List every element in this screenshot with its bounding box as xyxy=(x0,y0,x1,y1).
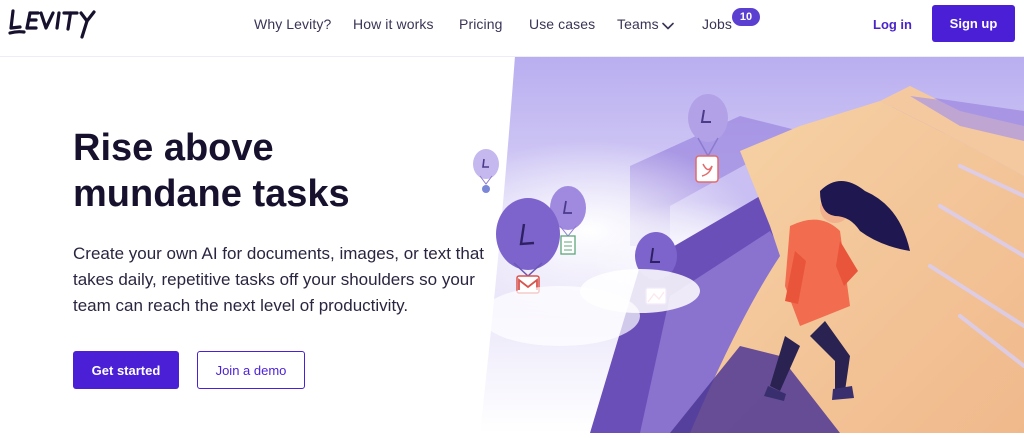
hero-title-line-2: mundane tasks xyxy=(73,173,350,215)
hero-description: Create your own AI for documents, images… xyxy=(73,244,485,315)
top-navigation: Why Levity? How it works Pricing Use cas… xyxy=(0,0,1024,57)
signup-button[interactable]: Sign up xyxy=(932,5,1015,42)
nav-use-cases[interactable]: Use cases xyxy=(529,16,595,32)
nav-jobs[interactable]: Jobs xyxy=(702,16,732,32)
nav-why-levity[interactable]: Why Levity? xyxy=(254,16,331,32)
get-started-button[interactable]: Get started xyxy=(73,351,179,389)
hero-title: Rise above mundane tasks xyxy=(73,125,453,217)
nav-teams-label: Teams xyxy=(617,16,659,32)
chevron-down-icon xyxy=(661,17,674,33)
jobs-count-badge: 10 xyxy=(732,8,760,26)
mountain-scene-image xyxy=(420,56,1024,433)
nav-how-it-works[interactable]: How it works xyxy=(353,16,434,32)
hero-illustration xyxy=(420,56,1024,433)
join-demo-button[interactable]: Join a demo xyxy=(197,351,305,389)
login-link[interactable]: Log in xyxy=(873,17,912,32)
nav-pricing[interactable]: Pricing xyxy=(459,16,503,32)
levity-logo[interactable] xyxy=(8,4,104,40)
nav-teams-dropdown[interactable]: Teams xyxy=(617,16,674,33)
hero-title-line-1: Rise above xyxy=(73,127,274,169)
logo-wordmark-icon xyxy=(8,9,96,39)
